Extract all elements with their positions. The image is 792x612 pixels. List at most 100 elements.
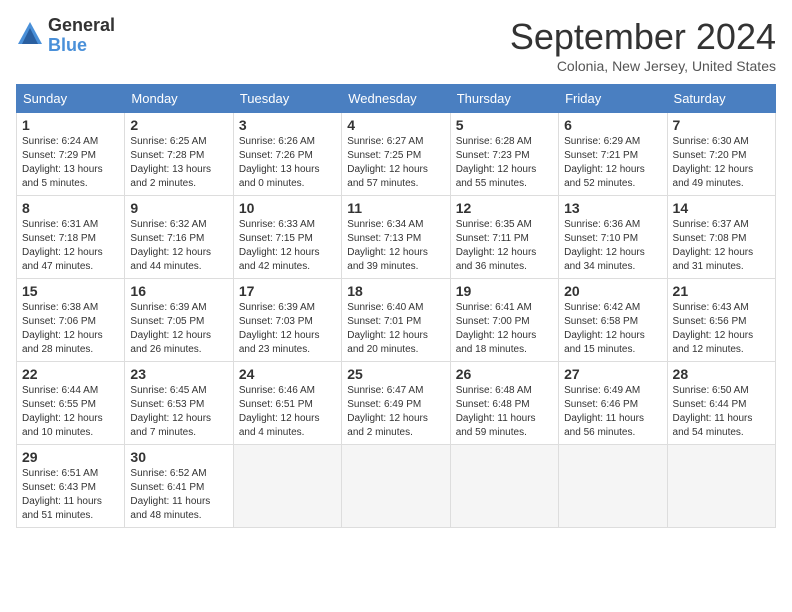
day-number: 2	[130, 117, 227, 133]
calendar-cell: 24 Sunrise: 6:46 AMSunset: 6:51 PMDayligh…	[233, 362, 341, 445]
day-info: Sunrise: 6:28 AMSunset: 7:23 PMDaylight:…	[456, 135, 553, 191]
day-info: Sunrise: 6:34 AMSunset: 7:13 PMDaylight:…	[347, 218, 444, 274]
day-number: 12	[456, 200, 553, 216]
calendar-cell: 22Sunrise: 6:44 AMSunset: 6:55 PMDayligh…	[17, 362, 125, 445]
day-info: Sunrise: 6:49 AMSunset: 6:46 PMDaylight:…	[564, 384, 661, 440]
day-info: Sunrise: 6:52 AMSunset: 6:41 PMDaylight:…	[130, 467, 227, 523]
weekday-header-sunday: Sunday	[17, 85, 125, 113]
week-row-5: 29 Sunrise: 6:51 AMSunset: 6:43 PMDayligh…	[17, 445, 776, 528]
day-number: 17	[239, 283, 336, 299]
day-number: 21	[673, 283, 770, 299]
day-number: 22	[22, 366, 119, 382]
day-number: 14	[673, 200, 770, 216]
logo-general: General	[48, 15, 115, 35]
calendar-cell: 3 Sunrise: 6:26 AMSunset: 7:26 PMDaylight…	[233, 113, 341, 196]
calendar-cell: 27 Sunrise: 6:49 AMSunset: 6:46 PMDayligh…	[559, 362, 667, 445]
day-info: Sunrise: 6:51 AMSunset: 6:43 PMDaylight:…	[22, 467, 119, 523]
day-info: Sunrise: 6:46 AMSunset: 6:51 PMDaylight:…	[239, 384, 336, 440]
day-number: 6	[564, 117, 661, 133]
day-info: Sunrise: 6:24 AMSunset: 7:29 PMDaylight:…	[22, 135, 119, 191]
calendar-cell: 19 Sunrise: 6:41 AMSunset: 7:00 PMDayligh…	[450, 279, 558, 362]
title-area: September 2024 Colonia, New Jersey, Unit…	[510, 16, 776, 74]
weekday-header-wednesday: Wednesday	[342, 85, 450, 113]
day-info: Sunrise: 6:29 AMSunset: 7:21 PMDaylight:…	[564, 135, 661, 191]
weekday-header-saturday: Saturday	[667, 85, 775, 113]
calendar-cell: 25 Sunrise: 6:47 AMSunset: 6:49 PMDayligh…	[342, 362, 450, 445]
day-info: Sunrise: 6:48 AMSunset: 6:48 PMDaylight:…	[456, 384, 553, 440]
day-number: 13	[564, 200, 661, 216]
day-number: 20	[564, 283, 661, 299]
logo-text: General Blue	[48, 16, 115, 56]
day-number: 16	[130, 283, 227, 299]
week-row-2: 8 Sunrise: 6:31 AMSunset: 7:18 PMDaylight…	[17, 196, 776, 279]
day-info: Sunrise: 6:31 AMSunset: 7:18 PMDaylight:…	[22, 218, 119, 274]
calendar-cell	[233, 445, 341, 528]
day-number: 24	[239, 366, 336, 382]
weekday-header-tuesday: Tuesday	[233, 85, 341, 113]
logo: General Blue	[16, 16, 115, 56]
day-number: 1	[22, 117, 119, 133]
calendar-cell: 7Sunrise: 6:30 AMSunset: 7:20 PMDaylight…	[667, 113, 775, 196]
calendar-cell: 23 Sunrise: 6:45 AMSunset: 6:53 PMDayligh…	[125, 362, 233, 445]
day-info: Sunrise: 6:47 AMSunset: 6:49 PMDaylight:…	[347, 384, 444, 440]
calendar-cell: 6 Sunrise: 6:29 AMSunset: 7:21 PMDaylight…	[559, 113, 667, 196]
weekday-header-friday: Friday	[559, 85, 667, 113]
calendar-cell: 15 Sunrise: 6:38 AMSunset: 7:06 PMDayligh…	[17, 279, 125, 362]
calendar-cell: 26Sunrise: 6:48 AMSunset: 6:48 PMDayligh…	[450, 362, 558, 445]
calendar-cell: 11 Sunrise: 6:34 AMSunset: 7:13 PMDayligh…	[342, 196, 450, 279]
day-number: 9	[130, 200, 227, 216]
day-info: Sunrise: 6:50 AMSunset: 6:44 PMDaylight:…	[673, 384, 770, 440]
location-title: Colonia, New Jersey, United States	[510, 58, 776, 74]
day-number: 7	[673, 117, 770, 133]
calendar-cell: 16Sunrise: 6:39 AMSunset: 7:05 PMDayligh…	[125, 279, 233, 362]
week-row-3: 15 Sunrise: 6:38 AMSunset: 7:06 PMDayligh…	[17, 279, 776, 362]
calendar-cell	[342, 445, 450, 528]
calendar-cell: 1 Sunrise: 6:24 AMSunset: 7:29 PMDaylight…	[17, 113, 125, 196]
calendar-cell: 2Sunrise: 6:25 AMSunset: 7:28 PMDaylight…	[125, 113, 233, 196]
day-number: 8	[22, 200, 119, 216]
calendar-cell: 17 Sunrise: 6:39 AMSunset: 7:03 PMDayligh…	[233, 279, 341, 362]
calendar-cell: 14 Sunrise: 6:37 AMSunset: 7:08 PMDayligh…	[667, 196, 775, 279]
day-number: 27	[564, 366, 661, 382]
calendar-cell: 21 Sunrise: 6:43 AMSunset: 6:56 PMDayligh…	[667, 279, 775, 362]
calendar-cell: 28 Sunrise: 6:50 AMSunset: 6:44 PMDayligh…	[667, 362, 775, 445]
logo-blue: Blue	[48, 35, 87, 55]
calendar-cell: 29 Sunrise: 6:51 AMSunset: 6:43 PMDayligh…	[17, 445, 125, 528]
day-info: Sunrise: 6:42 AMSunset: 6:58 PMDaylight:…	[564, 301, 661, 357]
calendar-cell: 8 Sunrise: 6:31 AMSunset: 7:18 PMDaylight…	[17, 196, 125, 279]
day-number: 5	[456, 117, 553, 133]
calendar-table: SundayMondayTuesdayWednesdayThursdayFrid…	[16, 84, 776, 528]
day-number: 4	[347, 117, 444, 133]
day-info: Sunrise: 6:41 AMSunset: 7:00 PMDaylight:…	[456, 301, 553, 357]
calendar-cell: 12Sunrise: 6:35 AMSunset: 7:11 PMDayligh…	[450, 196, 558, 279]
calendar-cell: 20 Sunrise: 6:42 AMSunset: 6:58 PMDayligh…	[559, 279, 667, 362]
week-row-1: 1 Sunrise: 6:24 AMSunset: 7:29 PMDaylight…	[17, 113, 776, 196]
day-number: 3	[239, 117, 336, 133]
day-number: 25	[347, 366, 444, 382]
day-info: Sunrise: 6:43 AMSunset: 6:56 PMDaylight:…	[673, 301, 770, 357]
day-number: 28	[673, 366, 770, 382]
day-info: Sunrise: 6:26 AMSunset: 7:26 PMDaylight:…	[239, 135, 336, 191]
day-number: 30	[130, 449, 227, 465]
day-info: Sunrise: 6:36 AMSunset: 7:10 PMDaylight:…	[564, 218, 661, 274]
calendar-cell: 4 Sunrise: 6:27 AMSunset: 7:25 PMDaylight…	[342, 113, 450, 196]
logo-icon	[16, 20, 44, 53]
calendar-cell: 5 Sunrise: 6:28 AMSunset: 7:23 PMDaylight…	[450, 113, 558, 196]
day-info: Sunrise: 6:39 AMSunset: 7:03 PMDaylight:…	[239, 301, 336, 357]
day-number: 19	[456, 283, 553, 299]
day-info: Sunrise: 6:37 AMSunset: 7:08 PMDaylight:…	[673, 218, 770, 274]
calendar-cell: 13 Sunrise: 6:36 AMSunset: 7:10 PMDayligh…	[559, 196, 667, 279]
day-info: Sunrise: 6:40 AMSunset: 7:01 PMDaylight:…	[347, 301, 444, 357]
day-number: 23	[130, 366, 227, 382]
month-title: September 2024	[510, 16, 776, 58]
calendar-cell: 30 Sunrise: 6:52 AMSunset: 6:41 PMDayligh…	[125, 445, 233, 528]
day-info: Sunrise: 6:33 AMSunset: 7:15 PMDaylight:…	[239, 218, 336, 274]
day-info: Sunrise: 6:38 AMSunset: 7:06 PMDaylight:…	[22, 301, 119, 357]
day-number: 11	[347, 200, 444, 216]
day-info: Sunrise: 6:45 AMSunset: 6:53 PMDaylight:…	[130, 384, 227, 440]
day-info: Sunrise: 6:32 AMSunset: 7:16 PMDaylight:…	[130, 218, 227, 274]
day-info: Sunrise: 6:27 AMSunset: 7:25 PMDaylight:…	[347, 135, 444, 191]
day-number: 15	[22, 283, 119, 299]
calendar-cell	[667, 445, 775, 528]
day-number: 29	[22, 449, 119, 465]
